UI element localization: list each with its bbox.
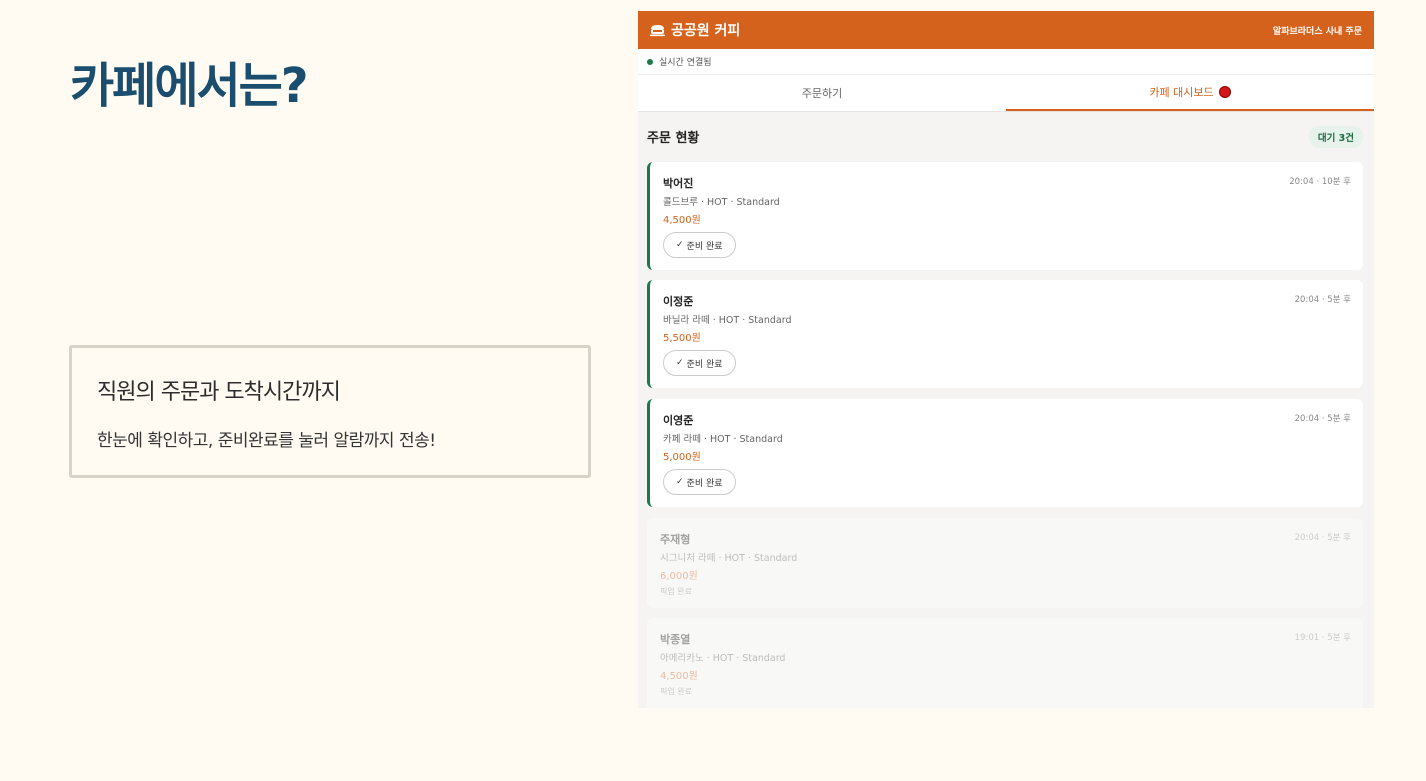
order-price: 4,500원 [663,215,701,226]
ready-button[interactable]: ✓ 준비 완료 [663,232,736,258]
order-time: 20:04 · 5분 후 [1294,414,1351,424]
cafe-app-window: 공공원 커피 알파브라더스 사내 주문 실시간 연결됨 주문하기 카페 대시보드… [638,11,1374,708]
pickup-status: 픽업 완료 [660,687,692,696]
ready-button[interactable]: ✓ 준비 완료 [663,350,736,376]
brand-name: 공공원 커피 [671,23,741,39]
notification-dot-icon [1218,86,1231,98]
tab-dashboard-label: 카페 대시보드 [1149,86,1214,99]
section-title: 주문 현황 [647,131,700,146]
ready-button-label: 준비 완료 [686,359,723,370]
order-card: 이영준 20:04 · 5분 후 카페 라떼 · HOT · Standard … [647,399,1363,507]
callout-body: 한눈에 확인하고, 준비완료를 눌러 알람까지 전송! [97,431,436,451]
order-card: 이정준 20:04 · 5분 후 바닐라 라떼 · HOT · Standard… [647,280,1363,388]
app-header: 공공원 커피 알파브라더스 사내 주문 [638,11,1374,49]
tab-bar: 주문하기 카페 대시보드 [638,75,1374,112]
order-item: 시그니처 라떼 · HOT · Standard [660,553,798,564]
order-time: 20:04 · 5분 후 [1294,533,1351,543]
order-item: 아메리카노 · HOT · Standard [660,653,786,664]
order-time: 20:04 · 10분 후 [1289,177,1351,187]
tab-dashboard[interactable]: 카페 대시보드 [1006,75,1374,111]
ready-button-label: 준비 완료 [686,241,723,252]
ready-button[interactable]: ✓ 준비 완료 [663,469,736,495]
ready-button-label: 준비 완료 [686,478,723,489]
coffee-cup-icon [650,24,665,37]
order-status-header: 주문 현황 대기 3건 [638,112,1374,161]
callout-heading: 직원의 주문과 도착시간까지 [97,380,341,405]
check-icon: ✓ [676,358,684,368]
connection-status: 실시간 연결됨 [638,49,1374,75]
brand[interactable]: 공공원 커피 [650,20,740,40]
order-card: 박어진 20:04 · 10분 후 콜드브루 · HOT · Standard … [647,162,1363,270]
check-icon: ✓ [676,477,684,487]
order-price: 5,500원 [663,333,701,344]
pickup-status: 픽업 완료 [660,587,692,596]
connection-dot-icon [647,58,653,65]
order-price: 4,500원 [660,671,698,682]
company-label: 알파브라더스 사내 주문 [1272,26,1362,37]
order-item: 카페 라떼 · HOT · Standard [663,434,783,445]
connection-label: 실시간 연결됨 [659,58,712,68]
tab-order[interactable]: 주문하기 [638,75,1006,111]
customer-name: 박종열 [660,633,691,646]
tab-order-label: 주문하기 [801,87,843,100]
order-time: 20:04 · 5분 후 [1294,295,1351,305]
slide-title: 카페에서는? [70,58,309,114]
check-icon: ✓ [676,240,684,250]
feature-callout: 직원의 주문과 도착시간까지 한눈에 확인하고, 준비완료를 눌러 알람까지 전… [69,345,591,478]
customer-name: 이정준 [663,295,694,308]
completed-order-card: 주재형 20:04 · 5분 후 시그니처 라떼 · HOT · Standar… [647,518,1363,608]
customer-name: 이영준 [663,414,694,427]
order-item: 콜드브루 · HOT · Standard [663,197,780,208]
customer-name: 박어진 [663,177,694,190]
wait-count-badge: 대기 3건 [1308,125,1363,148]
order-time: 19:01 · 5분 후 [1294,633,1351,643]
customer-name: 주재형 [660,533,691,546]
order-item: 바닐라 라떼 · HOT · Standard [663,315,792,326]
completed-order-card: 박종열 19:01 · 5분 후 아메리카노 · HOT · Standard … [647,618,1363,708]
order-price: 6,000원 [660,571,698,582]
order-price: 5,000원 [663,452,701,463]
